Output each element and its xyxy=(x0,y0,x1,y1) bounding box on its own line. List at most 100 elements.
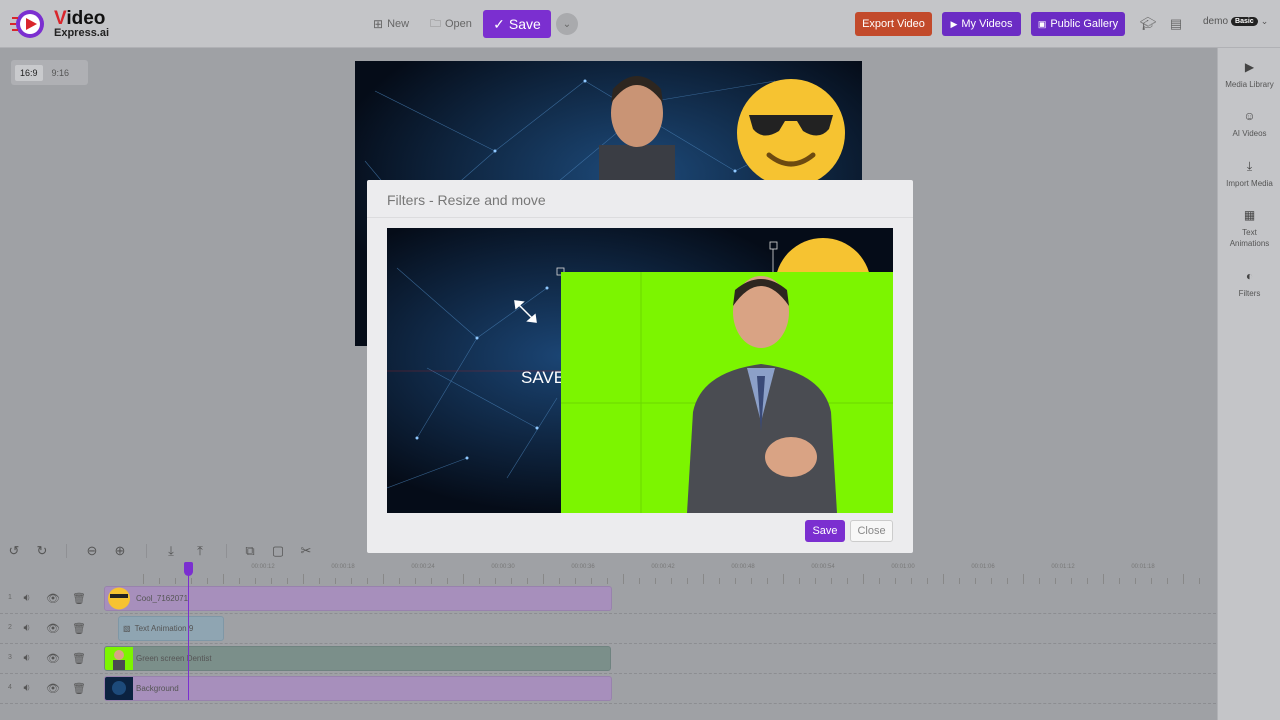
duplicate-icon[interactable]: ⧉ xyxy=(242,543,258,559)
my-videos-button[interactable]: ▶ My Videos xyxy=(942,12,1021,36)
save-text-overlay: SAVE xyxy=(521,368,566,387)
trash-icon[interactable]: 🗑︎ xyxy=(72,621,86,635)
ruler-tick xyxy=(623,574,624,584)
eye-icon[interactable]: 👁︎ xyxy=(46,681,60,695)
gallery-icon: ▣ xyxy=(1037,18,1047,29)
eye-icon[interactable]: 👁︎ xyxy=(46,621,60,635)
import-icon: ⤓ xyxy=(1246,159,1253,173)
media-library-icon: ▶ xyxy=(1244,60,1255,74)
timeline-ruler[interactable]: 00:00:12 00:00:18 00:00:24 00:00:30 00:00:36… xyxy=(104,562,1216,584)
modal-close-button[interactable]: Close xyxy=(850,520,893,542)
zoom-out-icon[interactable]: ⊖ xyxy=(84,543,100,559)
sidebar-item-media-library[interactable]: ▶ Media Library xyxy=(1218,60,1280,90)
track-row: 2 🔉︎ 👁︎ 🗑︎ ▧ Text Animation 9 xyxy=(0,614,1216,644)
save-button[interactable]: ✓ Save xyxy=(483,10,551,38)
scissors-icon[interactable]: ✂ xyxy=(298,543,314,559)
aspect-9-16[interactable]: 9:16 xyxy=(47,65,75,81)
trash-icon[interactable]: 🗑︎ xyxy=(72,651,86,665)
trash-icon[interactable]: 🗑︎ xyxy=(72,591,86,605)
chevron-down-icon: ⌄ xyxy=(1260,16,1269,26)
aspect-16-9[interactable]: 16:9 xyxy=(15,64,43,81)
timeline-clip-emoji[interactable]: Cool_7162071 xyxy=(104,586,612,611)
ruler-time-label: 00:00:42 xyxy=(651,564,675,570)
save-options-chevron-icon[interactable]: ⌄ xyxy=(556,13,578,35)
toolbar-divider xyxy=(146,544,147,558)
ruler-time-label: 00:01:12 xyxy=(1051,564,1075,570)
trash-icon[interactable]: 🗑︎ xyxy=(72,681,86,695)
volume-icon[interactable]: 🔉︎ xyxy=(20,621,34,635)
timeline-toolbar: ↺ ↻ ⊖ ⊕ ⤓ ⤒ ⧉ ▢ ✂ xyxy=(0,540,1216,562)
ruler-tick xyxy=(223,574,224,584)
ruler-tick xyxy=(1103,574,1104,584)
move-up-icon[interactable]: ⤒ xyxy=(192,543,208,559)
sidebar-item-import-media[interactable]: ⤓ Import Media xyxy=(1218,159,1280,189)
track-row: 4 🔉︎ 👁︎ 🗑︎ Background xyxy=(0,674,1216,704)
track-row: 1 🔉︎ 👁︎ 🗑︎ Cool_7162071 xyxy=(0,584,1216,614)
film-icon: ▦ xyxy=(1243,208,1256,222)
timeline-clip-green-screen[interactable]: Green screen Dentist xyxy=(104,646,611,671)
toolbar-divider xyxy=(66,544,67,558)
top-bar: Video Express.ai ⊞ New 🗀 Open ✓ Save ⌄ E… xyxy=(0,0,1280,48)
plus-square-icon: ⊞ xyxy=(373,17,384,31)
sidebar-item-ai-videos[interactable]: ☺ AI Videos xyxy=(1218,109,1280,139)
green-screen-presenter-image[interactable] xyxy=(561,272,893,513)
toolbar-divider xyxy=(226,544,227,558)
eye-icon[interactable]: 👁︎ xyxy=(46,591,60,605)
public-gallery-button[interactable]: ▣ Public Gallery xyxy=(1031,12,1125,36)
zoom-in-icon[interactable]: ⊕ xyxy=(112,543,128,559)
filter-preview-canvas[interactable]: SAVE xyxy=(387,228,893,513)
export-video-button[interactable]: Export Video xyxy=(855,12,932,36)
ruler-time-label: 00:01:18 xyxy=(1131,564,1155,570)
modal-save-button[interactable]: Save xyxy=(805,520,845,542)
app-logo[interactable]: Video Express.ai xyxy=(10,6,109,42)
ruler-tick xyxy=(943,574,944,584)
plan-badge: Basic xyxy=(1231,17,1258,26)
user-menu[interactable]: demo Basic ⌄ xyxy=(1203,16,1268,27)
timeline-clip-background[interactable]: Background xyxy=(104,676,612,701)
paste-icon[interactable]: ▢ xyxy=(270,543,286,559)
robot-icon: ☺ xyxy=(1243,109,1256,123)
ruler-time-label: 00:00:36 xyxy=(571,564,595,570)
ruler-time-label: 00:01:00 xyxy=(891,564,915,570)
ruler-time-label: 00:00:12 xyxy=(251,564,275,570)
ruler-tick xyxy=(1023,574,1024,584)
aspect-ratio-selector: 16:9 9:16 xyxy=(11,60,88,85)
chat-icon[interactable]: ▤ xyxy=(1167,15,1185,33)
ruler-tick xyxy=(863,574,864,584)
volume-icon[interactable]: 🔉︎ xyxy=(20,681,34,695)
eye-icon[interactable]: 👁︎ xyxy=(46,651,60,665)
ruler-time-label: 00:01:06 xyxy=(971,564,995,570)
clip-thumbnail xyxy=(105,647,133,670)
timeline-clip-text-animation[interactable]: ▧ Text Animation 9 xyxy=(118,616,224,641)
playhead-line xyxy=(188,565,189,700)
graduation-cap-icon[interactable]: 🎓︎ xyxy=(1139,15,1157,33)
ruler-tick xyxy=(703,574,704,584)
ruler-time-label: 00:00:48 xyxy=(731,564,755,570)
text-animation-icon: ▧ xyxy=(123,624,131,633)
move-down-icon[interactable]: ⤓ xyxy=(163,543,179,559)
volume-icon[interactable]: 🔉︎ xyxy=(20,591,34,605)
playhead-handle[interactable] xyxy=(184,562,193,576)
redo-icon[interactable]: ↻ xyxy=(34,543,50,559)
volume-icon[interactable]: 🔉︎ xyxy=(20,651,34,665)
ruler-time-label: 00:00:30 xyxy=(491,564,515,570)
ruler-time-label: 00:00:54 xyxy=(811,564,835,570)
folder-icon: 🗀 xyxy=(430,17,441,30)
logo-icon xyxy=(10,6,50,42)
modal-title: Filters - Resize and move xyxy=(387,192,546,208)
ruler-time-label: 00:00:18 xyxy=(331,564,355,570)
ruler-tick xyxy=(463,574,464,584)
new-button[interactable]: ⊞ New xyxy=(373,12,409,36)
sidebar-item-filters[interactable]: ◐ Filters xyxy=(1218,270,1280,299)
logo-text: Video Express.ai xyxy=(54,8,110,39)
clip-thumbnail xyxy=(105,587,133,610)
presenter-small-image xyxy=(599,76,675,182)
open-button[interactable]: 🗀 Open xyxy=(430,12,472,36)
sidebar-item-text-animations[interactable]: ▦ Text Animations xyxy=(1228,208,1271,249)
check-icon: ✓ xyxy=(493,15,505,32)
ruler-tick xyxy=(303,574,304,584)
undo-icon[interactable]: ↺ xyxy=(6,543,22,559)
ruler-tick xyxy=(1183,574,1184,584)
modal-divider xyxy=(367,217,913,218)
ruler-tick xyxy=(143,574,144,584)
